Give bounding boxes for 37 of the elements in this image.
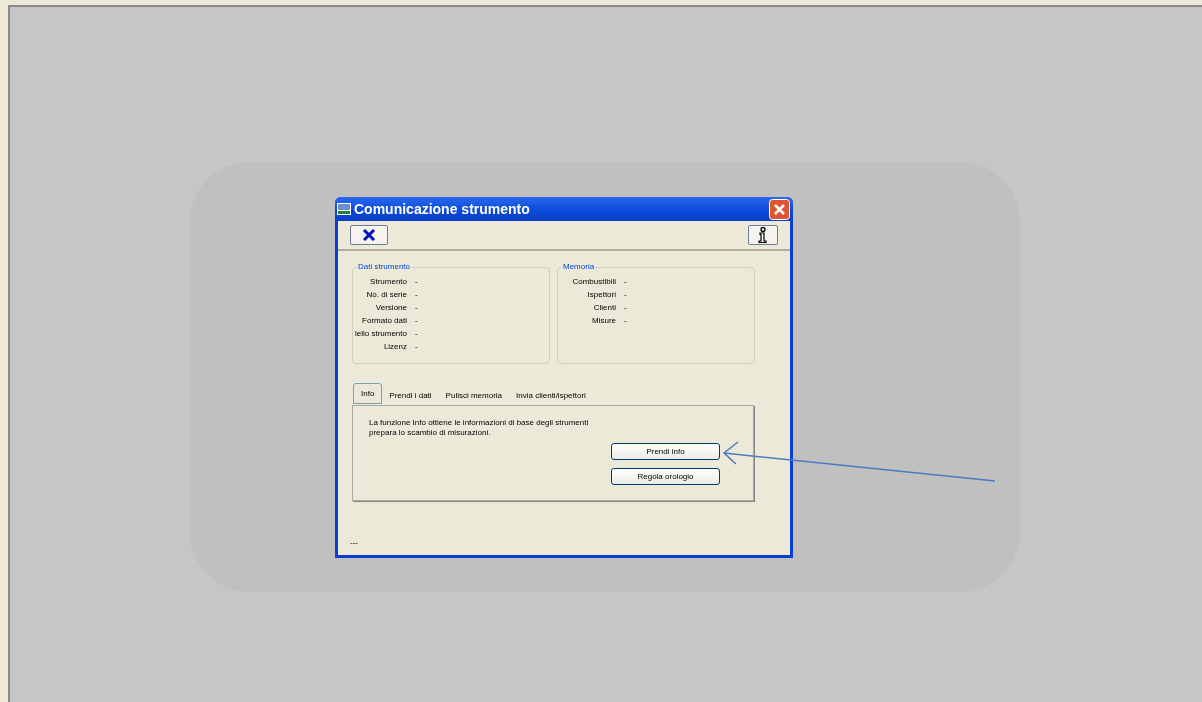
field-label: Ispettori: [586, 290, 616, 299]
app-icon: [337, 203, 351, 215]
field-value: -: [415, 329, 419, 338]
field-label: lello strumento: [353, 329, 407, 338]
info-button[interactable]: [748, 225, 778, 245]
close-icon[interactable]: [769, 198, 790, 220]
tab[interactable]: Pulisci memoria: [438, 388, 510, 404]
window-title: Comunicazione strumento: [354, 201, 531, 217]
field-label: Versione: [374, 303, 407, 312]
group-title: Dati strumento: [357, 262, 412, 271]
close-icon: [362, 229, 376, 241]
field-value: -: [624, 316, 628, 325]
info-icon: [757, 227, 769, 243]
tab[interactable]: Prendi i dati: [382, 388, 439, 404]
field-label: Formato dati: [361, 316, 407, 325]
field-value: -: [415, 290, 419, 299]
field-label: No. di serie: [365, 290, 407, 299]
field-label: Combustibili: [571, 277, 616, 286]
field-value: -: [415, 316, 419, 325]
field-label: Clienti: [592, 303, 616, 312]
group-title: Memoria: [562, 262, 596, 271]
field-value: -: [415, 303, 419, 312]
field-value: -: [415, 342, 419, 351]
field-value: -: [624, 290, 628, 299]
field-label: Misure: [591, 316, 616, 325]
action-button[interactable]: Prendi info: [611, 443, 720, 460]
status-text: ---: [350, 538, 358, 547]
field-value: -: [415, 277, 419, 286]
field-value: -: [624, 303, 628, 312]
tab[interactable]: Invia clienti/ispettori: [509, 388, 593, 404]
field-label: Strumento: [369, 277, 407, 286]
description-text: La funzione Info ottiene le informazioni di base degli strumenti prepara lo scambio di misurazioni.: [369, 418, 590, 438]
tab[interactable]: Info: [353, 383, 383, 404]
field-label: Lizenz: [382, 342, 407, 351]
field-value: -: [624, 277, 628, 286]
close-button[interactable]: [350, 225, 388, 245]
action-button[interactable]: Regola orologio: [611, 468, 720, 485]
